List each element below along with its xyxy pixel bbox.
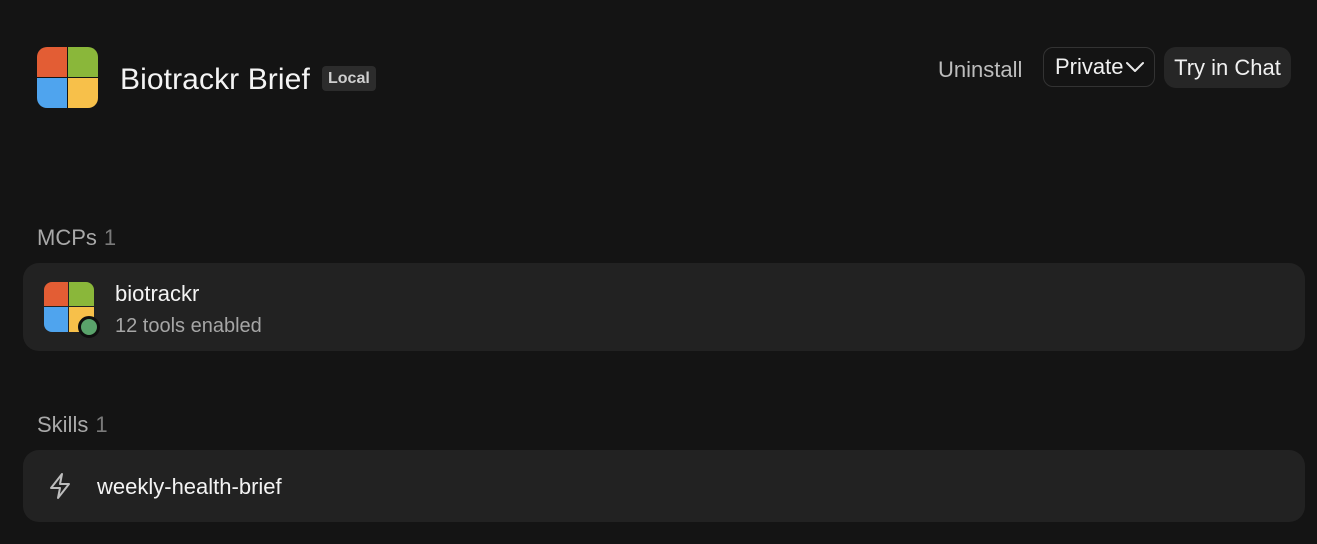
plugin-detail-page: Biotrackr Brief Local Uninstall Private … xyxy=(0,0,1317,544)
skills-count: 1 xyxy=(95,412,108,437)
skill-name: weekly-health-brief xyxy=(97,474,282,499)
mcp-card-biotrackr[interactable]: biotrackr 12 tools enabled xyxy=(23,263,1305,351)
mcps-heading-label: MCPs xyxy=(37,225,97,250)
mcp-icon xyxy=(44,282,100,338)
skills-heading-label: Skills xyxy=(37,412,89,437)
visibility-selected-value: Private xyxy=(1055,54,1124,79)
try-in-chat-button[interactable]: Try in Chat xyxy=(1164,47,1291,88)
bolt-icon xyxy=(50,473,70,499)
page-title: Biotrackr Brief xyxy=(120,63,310,96)
mcps-count: 1 xyxy=(103,225,117,250)
mcps-section-heading: MCPs 1 xyxy=(37,223,116,253)
local-badge: Local xyxy=(322,66,376,91)
visibility-select[interactable]: Private xyxy=(1043,47,1155,87)
chevron-down-icon xyxy=(1126,62,1144,72)
four-square-logo-icon xyxy=(37,47,98,108)
uninstall-button[interactable]: Uninstall xyxy=(938,54,1022,86)
mcp-tools-count: 12 tools enabled xyxy=(115,315,262,337)
skills-section-heading: Skills 1 xyxy=(37,410,108,440)
mcp-name: biotrackr xyxy=(115,281,200,306)
skill-card-weekly-health-brief[interactable]: weekly-health-brief xyxy=(23,450,1305,522)
status-online-icon xyxy=(78,316,100,338)
